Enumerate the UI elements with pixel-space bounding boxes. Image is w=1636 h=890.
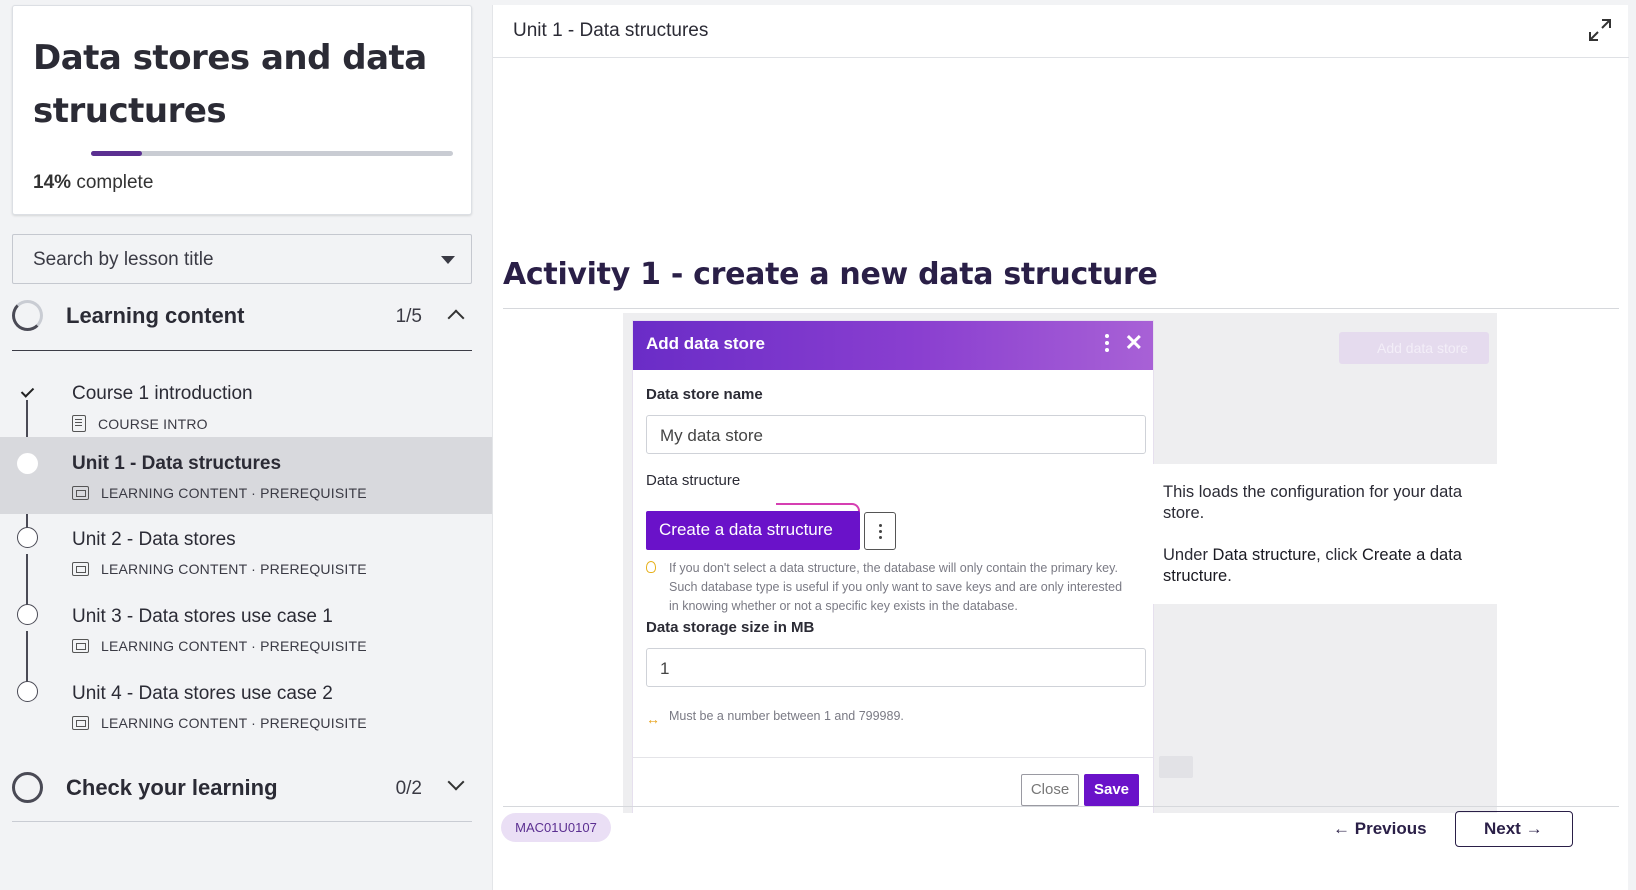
progress-bar: [91, 151, 453, 156]
section-count: 0/2: [395, 778, 422, 799]
lesson-name: Unit 3 - Data stores use case 1: [72, 606, 333, 627]
lesson-meta: LEARNING CONTENT · PREREQUISITE: [72, 638, 367, 654]
lesson-item-unit-3[interactable]: Unit 3 - Data stores use case 1 LEARNING…: [0, 590, 492, 667]
media-icon: [72, 716, 89, 730]
section-title: Check your learning: [66, 775, 278, 800]
arrow-right-icon: →: [1525, 819, 1543, 838]
lesson-search-select[interactable]: Search by lesson title: [12, 234, 472, 284]
status-dot-icon: [17, 527, 38, 548]
section-divider: [12, 821, 472, 822]
close-icon: ✕: [1124, 330, 1143, 355]
lesson-meta: LEARNING CONTENT · PREREQUISITE: [72, 485, 367, 501]
progress-percent: 14%: [33, 172, 72, 193]
storage-size-hint: Must be a number between 1 and 799989.: [669, 709, 904, 723]
chevron-up-icon: [447, 309, 465, 327]
instruction-callout: This loads the configuration for your da…: [1153, 464, 1497, 604]
dialog-save-button: Save: [1084, 774, 1139, 806]
instruction-screenshot: Add data store Add data store ✕ Data sto…: [623, 313, 1497, 813]
lesson-name: Unit 1 - Data structures: [72, 453, 282, 474]
section-learning-content[interactable]: Learning content 1/5: [12, 286, 472, 346]
more-options-icon: [864, 512, 896, 550]
progress-suffix: complete: [76, 172, 154, 193]
arrow-left-icon: ←: [1333, 819, 1350, 838]
status-dot-icon: [17, 453, 38, 474]
course-title: Data stores and data structures: [33, 38, 427, 131]
lesson-meta-text: LEARNING CONTENT · PREREQUISITE: [101, 715, 367, 731]
footer-divider: [503, 806, 1619, 807]
progress-text: 14% complete: [33, 172, 153, 194]
lesson-meta-text: COURSE INTRO: [98, 415, 208, 432]
lesson-content-panel: Unit 1 - Data structures Activity 1 - cr…: [492, 5, 1629, 890]
lesson-name: Course 1 introduction: [72, 383, 253, 404]
lesson-meta-text: LEARNING CONTENT · PREREQUISITE: [101, 485, 367, 501]
activity-title: Activity 1 - create a new data structure: [503, 257, 1158, 292]
create-data-structure-button: Create a data structure: [646, 511, 860, 550]
lesson-name: Unit 4 - Data stores use case 2: [72, 683, 333, 704]
lightbulb-icon: [646, 561, 656, 573]
section-divider: [12, 350, 472, 351]
chevron-down-icon: [447, 773, 465, 791]
course-progress-card: Data stores and data structures 14% comp…: [12, 5, 472, 215]
dialog-footer-divider: [633, 757, 1153, 758]
expand-icon[interactable]: [1587, 17, 1613, 43]
section-title: Learning content: [66, 303, 245, 328]
media-icon: [72, 562, 89, 576]
lesson-meta-text: LEARNING CONTENT · PREREQUISITE: [101, 561, 367, 577]
callout-text: Under: [1163, 546, 1213, 564]
faint-background-element: [1159, 756, 1193, 778]
dialog-header: Add data store ✕: [633, 321, 1153, 370]
storage-size-label: Data storage size in MB: [646, 619, 815, 636]
storage-size-field: 1: [646, 648, 1146, 687]
data-structure-hint: If you don't select a data structure, th…: [669, 561, 1123, 613]
next-label: Next: [1484, 819, 1521, 838]
lesson-meta: LEARNING CONTENT · PREREQUISITE: [72, 561, 367, 577]
media-icon: [72, 639, 89, 653]
lesson-meta: LEARNING CONTENT · PREREQUISITE: [72, 715, 367, 731]
lesson-code-badge: MAC01U0107: [501, 813, 611, 842]
progress-bar-fill: [91, 151, 142, 156]
lesson-meta: COURSE INTRO: [72, 415, 208, 432]
previous-label: Previous: [1354, 819, 1427, 838]
dialog-title: Add data store: [646, 334, 766, 353]
range-arrows-icon: ↔: [646, 711, 660, 727]
kebab-menu-icon: [1105, 334, 1109, 352]
lesson-meta-text: LEARNING CONTENT · PREREQUISITE: [101, 638, 367, 654]
callout-emphasis: Data structure: [1212, 546, 1317, 564]
content-divider: [503, 308, 1619, 309]
background-add-data-store-button: Add data store: [1339, 332, 1489, 364]
document-icon: [72, 415, 86, 432]
callout-text: .: [1227, 567, 1232, 585]
section-progress-ring-icon: [12, 300, 43, 331]
callout-text: , click: [1316, 546, 1362, 564]
previous-button[interactable]: ← Previous: [1333, 812, 1433, 846]
checkmark-icon: [17, 383, 38, 404]
callout-line-2: Under Data structure, click Create a dat…: [1163, 545, 1487, 587]
add-data-store-dialog: Add data store ✕ Data store name My data…: [633, 321, 1153, 813]
status-dot-icon: [17, 681, 38, 702]
lesson-item-unit-2[interactable]: Unit 2 - Data stores LEARNING CONTENT · …: [0, 513, 492, 590]
callout-line-1: This loads the configuration for your da…: [1163, 483, 1463, 522]
section-progress-ring-icon: [12, 772, 43, 803]
unit-title: Unit 1 - Data structures: [513, 20, 709, 41]
search-placeholder: Search by lesson title: [33, 249, 214, 270]
next-button[interactable]: Next →: [1455, 811, 1573, 847]
status-dot-icon: [17, 604, 38, 625]
dialog-close-button: Close: [1021, 774, 1079, 806]
data-store-name-label: Data store name: [646, 386, 763, 403]
data-structure-label: Data structure: [646, 472, 741, 489]
lesson-item-unit-1[interactable]: Unit 1 - Data structures LEARNING CONTEN…: [0, 437, 492, 514]
section-count: 1/5: [395, 306, 422, 327]
media-icon: [72, 486, 89, 500]
data-store-name-field: My data store: [646, 415, 1146, 454]
lesson-item-course-intro[interactable]: Course 1 introduction COURSE INTRO: [0, 367, 492, 444]
caret-down-icon: [441, 256, 455, 264]
background-button-label: Add data store: [1377, 340, 1469, 356]
lesson-header: Unit 1 - Data structures: [493, 5, 1629, 58]
lesson-name: Unit 2 - Data stores: [72, 529, 236, 550]
section-check-your-learning[interactable]: Check your learning 0/2: [12, 758, 472, 818]
course-sidebar: Data stores and data structures 14% comp…: [0, 0, 492, 890]
lesson-item-unit-4[interactable]: Unit 4 - Data stores use case 2 LEARNING…: [0, 667, 492, 744]
